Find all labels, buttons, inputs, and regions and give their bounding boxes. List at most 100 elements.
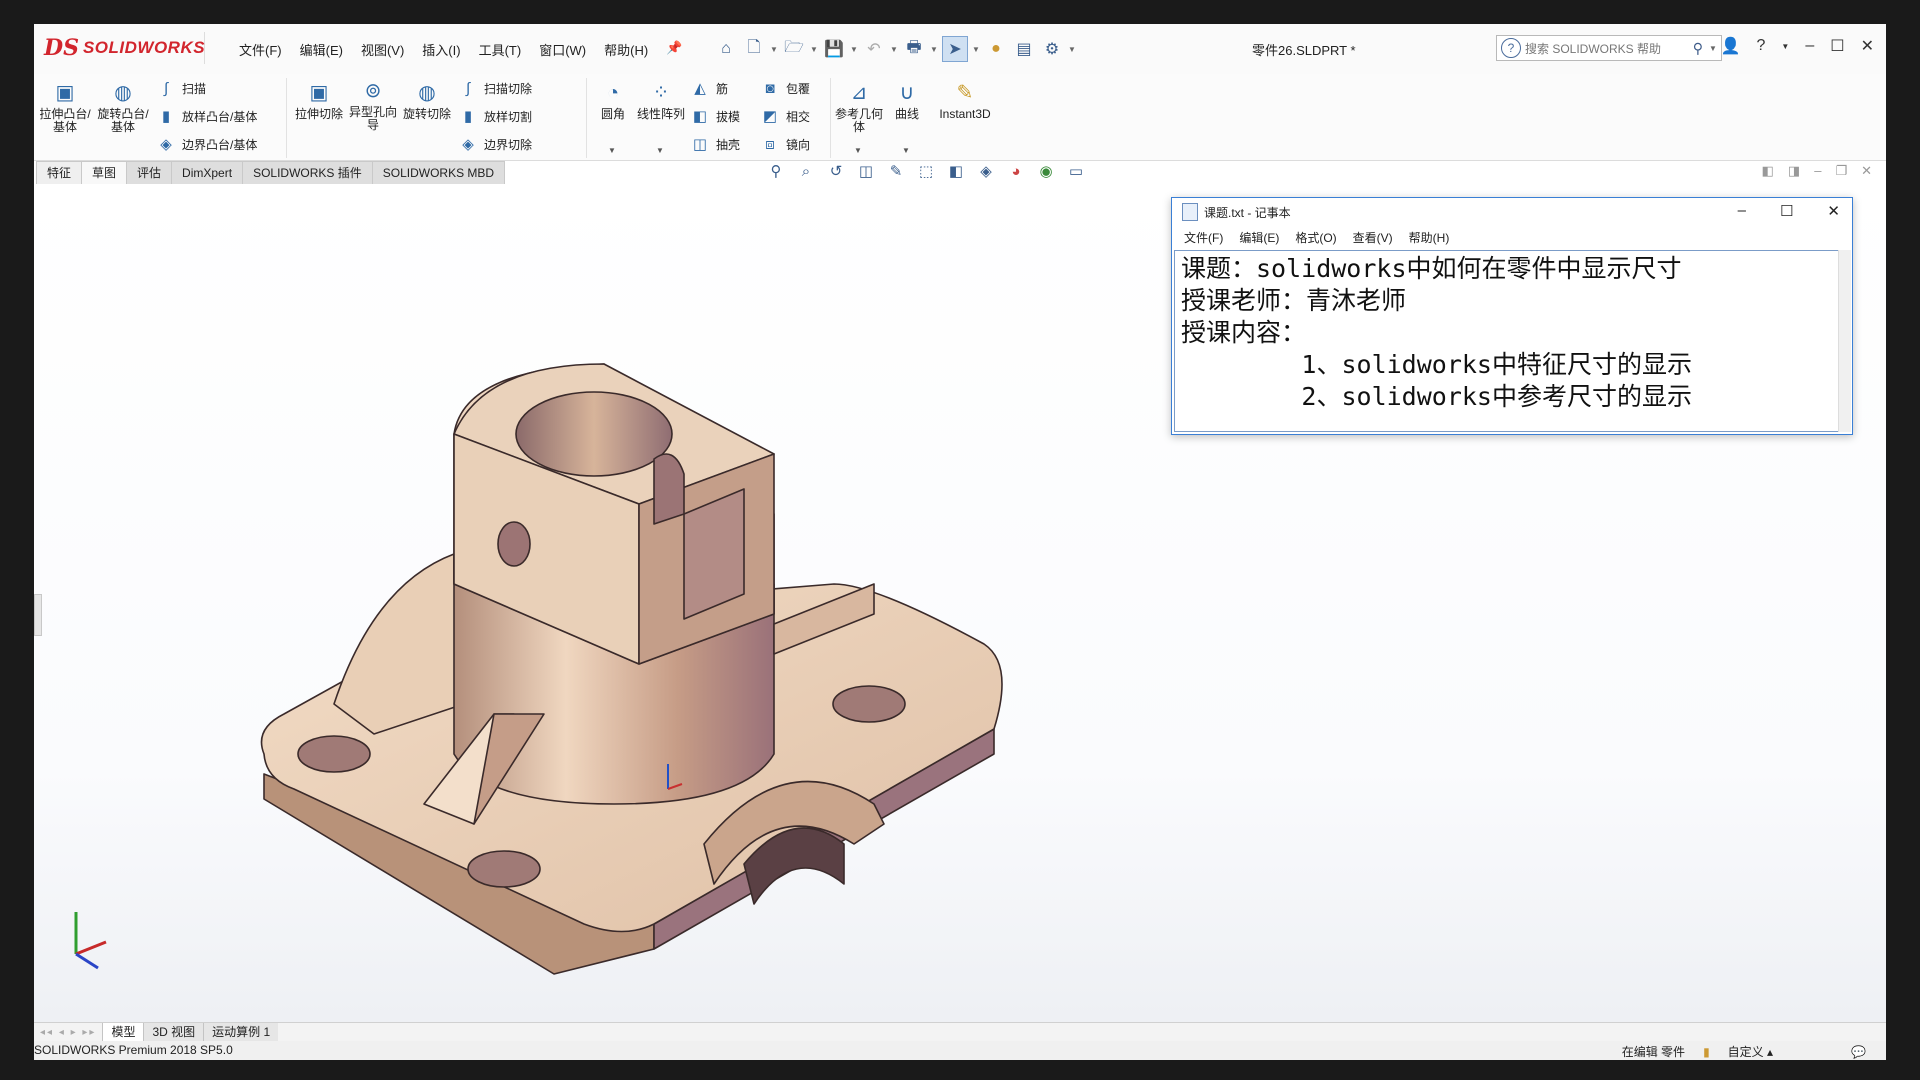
quick-access-toolbar: ⌂ 🗋 ▼ 🗁 ▼ 💾 ▼ ↶ ▼ 🖶 ▼ ➤ ▼ ● ▤ ⚙ ▼	[714, 36, 1076, 62]
tab-dimxpert[interactable]: DimXpert	[172, 161, 244, 185]
reference-geometry-label: 参考几何体	[834, 107, 883, 134]
units-selector[interactable]: 自定义 ▴	[1728, 1043, 1773, 1060]
notepad-menu-bar: 文件(F) 编辑(E) 格式(O) 查看(V) 帮助(H)	[1172, 226, 1852, 248]
notepad-menu-format[interactable]: 格式(O)	[1287, 229, 1344, 246]
notepad-window: 课题.txt - 记事本 – ☐ ✕ 文件(F) 编辑(E) 格式(O) 查看(…	[1171, 197, 1853, 435]
chevron-down-icon[interactable]: ▼	[930, 45, 938, 54]
save-icon[interactable]: 💾	[822, 37, 846, 61]
minimize-icon[interactable]: –	[1738, 202, 1746, 220]
close-icon[interactable]: ✕	[1861, 36, 1874, 56]
cut-group	[286, 78, 587, 158]
notepad-text-area[interactable]: 课题：solidworks中如何在零件中显示尺寸 授课老师：青沐老师 授课内容：…	[1174, 250, 1838, 432]
close-icon[interactable]: ✕	[1861, 163, 1872, 179]
edit-appearance-icon[interactable]: ◕	[1004, 163, 1028, 180]
help-search-box[interactable]: ? 搜索 SOLIDWORKS 帮助 ⚲ ▼	[1496, 35, 1722, 61]
document-title: 零件26.SLDPRT *	[1252, 43, 1356, 58]
hide-show-items-icon[interactable]: ◈	[974, 162, 998, 180]
close-icon[interactable]: ✕	[1827, 202, 1840, 220]
tab-scroll-arrows[interactable]: ◂◂ ◂ ▸ ▸▸	[34, 1027, 102, 1038]
menu-view[interactable]: 视图(V)	[352, 40, 413, 59]
menu-tools[interactable]: 工具(T)	[470, 40, 531, 59]
chevron-down-icon[interactable]: ▼	[972, 45, 980, 54]
chevron-down-icon[interactable]: ▼	[1781, 42, 1789, 51]
file-properties-icon[interactable]: ▤	[1012, 37, 1036, 61]
restore-view-icon[interactable]: ◨	[1788, 163, 1800, 179]
rebuild-indicator-icon[interactable]: ▮	[1703, 1045, 1710, 1059]
minimize-icon[interactable]: –	[1805, 37, 1814, 55]
apply-scene-icon[interactable]: ◉	[1034, 162, 1058, 180]
notepad-menu-help[interactable]: 帮助(H)	[1401, 229, 1458, 246]
feature-tree-toggle[interactable]	[34, 594, 42, 636]
notepad-title-bar[interactable]: 课题.txt - 记事本 – ☐ ✕	[1172, 198, 1852, 226]
notepad-menu-edit[interactable]: 编辑(E)	[1231, 229, 1287, 246]
dynamic-annotation-icon[interactable]: ✎	[884, 162, 908, 180]
notepad-menu-view[interactable]: 查看(V)	[1345, 229, 1401, 246]
menu-insert[interactable]: 插入(I)	[413, 40, 469, 59]
notepad-menu-file[interactable]: 文件(F)	[1176, 229, 1231, 246]
traffic-light-icon[interactable]: ●	[984, 37, 1008, 61]
notepad-file-icon	[1182, 203, 1198, 221]
tab-model[interactable]: 模型	[102, 1023, 144, 1041]
3d-part-model[interactable]	[184, 284, 1084, 984]
reference-geometry-button[interactable]: ⊿ 参考几何体	[832, 80, 886, 134]
notepad-scrollbar[interactable]	[1838, 250, 1851, 432]
solidworks-logo[interactable]: DS SOLIDWORKS	[44, 32, 205, 64]
command-manager-ribbon: ▣ 拉伸凸台/基体 ◍ 旋转凸台/基体 ∫ 扫描 ▮ 放样凸台/基体 ◈ 边界凸台/基…	[34, 74, 1886, 161]
notepad-title: 课题.txt - 记事本	[1204, 205, 1291, 220]
open-folder-icon[interactable]: 🗁	[782, 37, 806, 61]
menu-file[interactable]: 文件(F)	[230, 40, 291, 59]
maximize-icon[interactable]: ☐	[1780, 202, 1793, 220]
display-style-icon[interactable]: ◧	[944, 162, 968, 180]
zoom-to-fit-icon[interactable]: ⚲	[764, 162, 788, 180]
viewport-controls: ◧ ◨ – ❐ ✕	[1762, 163, 1872, 179]
boss-group	[34, 78, 287, 158]
user-icon[interactable]: 👤	[1721, 36, 1741, 56]
curves-icon: ∪	[899, 81, 915, 104]
tab-motion-study[interactable]: 运动算例 1	[203, 1023, 279, 1041]
zoom-to-area-icon[interactable]: ⌕	[794, 163, 818, 180]
instant3d-button[interactable]: ✎ Instant3D	[930, 80, 1000, 121]
status-bar: SOLIDWORKS Premium 2018 SP5.0 在编辑 零件 ▮ 自…	[34, 1041, 1886, 1060]
tab-3d-views[interactable]: 3D 视图	[143, 1023, 204, 1041]
curves-button[interactable]: ∪ 曲线	[880, 80, 934, 121]
new-document-icon[interactable]: 🗋	[742, 37, 766, 61]
search-icon[interactable]: ⚲	[1693, 40, 1703, 57]
tab-sketch[interactable]: 草图	[82, 161, 128, 185]
chevron-down-icon[interactable]: ▼	[850, 45, 858, 54]
search-placeholder: 搜索 SOLIDWORKS 帮助	[1525, 41, 1662, 56]
split-view-icon[interactable]: ◧	[1762, 163, 1774, 179]
options-gear-icon[interactable]: ⚙	[1040, 37, 1064, 61]
minimize-icon[interactable]: –	[1814, 163, 1821, 179]
maximize-icon[interactable]: ☐	[1830, 36, 1844, 56]
undo-icon[interactable]: ↶	[862, 37, 886, 61]
print-icon[interactable]: 🖶	[902, 37, 926, 61]
menu-edit[interactable]: 编辑(E)	[291, 40, 352, 59]
features-group	[586, 78, 831, 158]
home-icon[interactable]: ⌂	[714, 37, 738, 61]
chevron-down-icon[interactable]: ▼	[1709, 44, 1717, 53]
tab-features[interactable]: 特征	[36, 161, 83, 185]
tab-evaluate[interactable]: 评估	[127, 161, 173, 185]
help-icon[interactable]: ?	[1757, 37, 1766, 55]
menu-window[interactable]: 窗口(W)	[530, 40, 595, 59]
select-pointer-icon[interactable]: ➤	[942, 36, 968, 62]
restore-icon[interactable]: ❐	[1835, 163, 1847, 179]
tab-addins[interactable]: SOLIDWORKS 插件	[243, 161, 373, 185]
chevron-down-icon[interactable]: ▼	[770, 45, 778, 54]
view-orientation-icon[interactable]: ⬚	[914, 162, 938, 180]
chevron-down-icon[interactable]: ▼	[902, 146, 910, 155]
heads-up-view-toolbar: ⚲ ⌕ ↺ ◫ ✎ ⬚ ◧ ◈ ◕ ◉ ▭	[764, 162, 1088, 181]
chat-icon[interactable]: 💬	[1851, 1045, 1866, 1059]
menu-help[interactable]: 帮助(H)	[595, 40, 657, 59]
tab-mbd[interactable]: SOLIDWORKS MBD	[372, 161, 506, 185]
chevron-down-icon[interactable]: ▼	[854, 146, 862, 155]
pin-icon[interactable]: 📌	[657, 40, 691, 59]
chevron-down-icon[interactable]: ▼	[1068, 45, 1076, 54]
section-view-icon[interactable]: ◫	[854, 162, 878, 180]
curves-label: 曲线	[894, 107, 919, 121]
previous-view-icon[interactable]: ↺	[824, 162, 848, 180]
view-settings-icon[interactable]: ▭	[1064, 162, 1088, 180]
command-manager-tabs: 特征 草图 评估 DimXpert SOLIDWORKS 插件 SOLIDWOR…	[34, 161, 1886, 185]
chevron-down-icon[interactable]: ▼	[890, 45, 898, 54]
chevron-down-icon[interactable]: ▼	[810, 45, 818, 54]
